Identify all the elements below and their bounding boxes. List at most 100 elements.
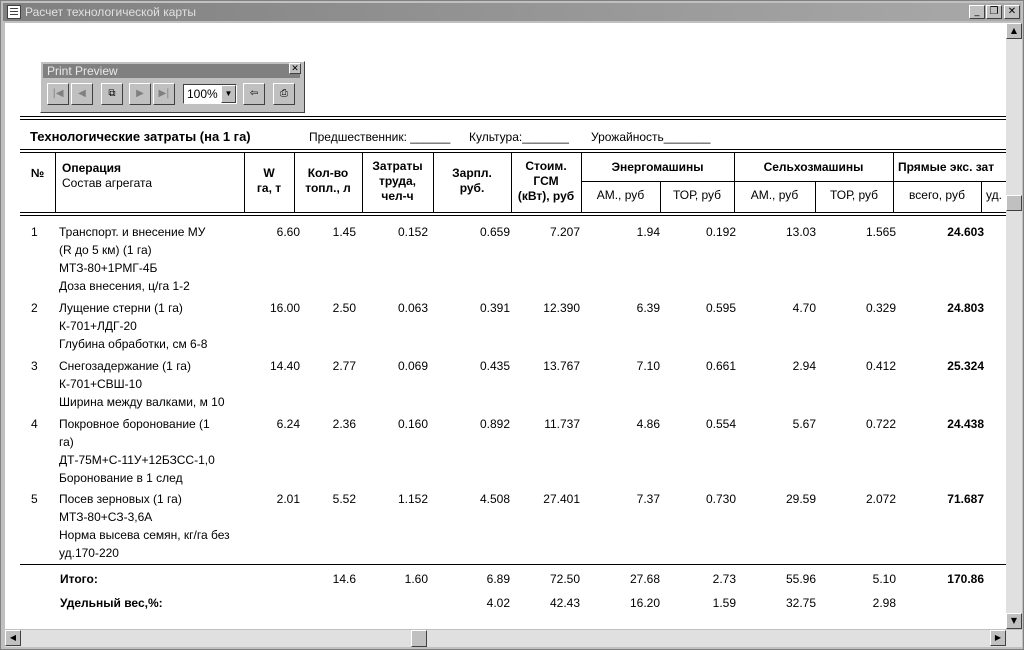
operation-line: Покровное боронование (1	[59, 417, 210, 431]
cell-total: 24.803	[947, 301, 984, 315]
sub-header-total: всего, руб	[909, 188, 965, 202]
operation-line: уд.170-220	[59, 546, 119, 560]
crop-field: Культура:_______	[469, 130, 569, 144]
rule	[581, 181, 1006, 182]
totals-agri-tor: 5.10	[872, 572, 896, 586]
report-heading: Технологические затраты (на 1 га)	[30, 129, 251, 144]
col-divider	[893, 152, 894, 213]
totals-agri-am: 55.96	[785, 572, 816, 586]
sub-header-ud: уд.	[986, 188, 1002, 202]
cell-a-tor: 2.072	[865, 492, 896, 506]
scroll-right-icon[interactable]: ▶	[990, 630, 1006, 646]
cell-a-am: 2.94	[792, 359, 816, 373]
cell-fuel: 2.77	[332, 359, 356, 373]
operation-line: (R до 5 км) (1 га)	[59, 243, 152, 257]
operation-cell: Транспорт. и внесение МУ (R до 5 км) (1 г…	[59, 223, 205, 295]
cell-a-am: 29.59	[785, 492, 816, 506]
toolbar-close-button[interactable]: ✕	[289, 63, 301, 74]
restore-button[interactable]: ❐	[986, 5, 1002, 19]
cell-w: 16.00	[269, 301, 300, 315]
col-header-gsm: Стоим. ГСМ (кВт), руб	[517, 159, 575, 203]
minimize-button[interactable]: _	[969, 5, 985, 19]
scroll-up-icon[interactable]: ▲	[1006, 23, 1022, 39]
row-number: 3	[31, 359, 38, 373]
cell-a-tor: 0.722	[865, 417, 896, 431]
cell-e-tor: 0.661	[705, 359, 736, 373]
last-page-icon[interactable]: ▶|	[153, 83, 175, 105]
print-preview-title: Print Preview	[43, 64, 300, 78]
scroll-down-icon[interactable]: ▼	[1006, 613, 1022, 629]
group-header-agri: Сельхозмашины	[763, 160, 864, 174]
cell-wage: 4.508	[479, 492, 510, 506]
cell-a-tor: 0.329	[865, 301, 896, 315]
cell-fuel: 2.36	[332, 417, 356, 431]
share-gsm: 42.43	[549, 596, 580, 610]
operation-line: Глубина обработки, см 6-8	[59, 337, 208, 351]
share-energy-am: 16.20	[629, 596, 660, 610]
cell-a-tor: 0.412	[865, 359, 896, 373]
cell-e-am: 1.94	[636, 225, 660, 239]
yield-field: Урожайность_______	[591, 130, 711, 144]
totals-labor: 1.60	[404, 572, 428, 586]
cell-fuel: 1.45	[332, 225, 356, 239]
cell-w: 6.24	[276, 417, 300, 431]
chevron-down-icon[interactable]: ▼	[221, 85, 236, 103]
operation-line: Транспорт. и внесение МУ	[59, 225, 206, 239]
cell-a-am: 13.03	[785, 225, 816, 239]
row-number: 2	[31, 301, 38, 315]
rule	[20, 564, 1006, 565]
vertical-scrollbar[interactable]: ▲ ▼	[1006, 23, 1022, 629]
rule	[20, 119, 1006, 120]
close-button[interactable]: ✕	[1004, 5, 1020, 19]
printer-icon[interactable]: ⎙	[273, 83, 295, 105]
row-number: 5	[31, 492, 38, 506]
cell-total: 71.687	[947, 492, 984, 506]
cell-labor: 0.160	[397, 417, 428, 431]
cell-fuel: 5.52	[332, 492, 356, 506]
scroll-left-icon[interactable]: ◀	[5, 630, 21, 646]
vertical-scroll-thumb[interactable]	[1006, 195, 1022, 211]
cell-gsm: 13.767	[543, 359, 580, 373]
multi-page-icon[interactable]: ⧉	[101, 83, 123, 105]
rule	[20, 116, 1006, 117]
col-divider	[981, 181, 982, 213]
totals-fuel: 14.6	[332, 572, 356, 586]
title-bar[interactable]: Расчет технологической карты _ ❐ ✕	[3, 3, 1021, 21]
operation-line: МТЗ-80+СЗ-3,6А	[59, 510, 153, 524]
cell-e-tor: 0.554	[705, 417, 736, 431]
cell-wage: 0.391	[479, 301, 510, 315]
zoom-select[interactable]: 100% ▼	[183, 84, 237, 104]
cell-e-am: 4.86	[636, 417, 660, 431]
operation-line: К-701+СВШ-10	[59, 377, 143, 391]
cell-labor: 0.069	[397, 359, 428, 373]
first-page-icon[interactable]: |◀	[47, 83, 69, 105]
previous-page-icon[interactable]: ◀	[71, 83, 93, 105]
group-header-direct: Прямые экс. зат	[898, 160, 995, 174]
cell-gsm: 11.737	[544, 417, 580, 431]
operation-line: ДТ-75М+С-11У+12БЗСС-1,0	[59, 453, 215, 467]
next-page-icon[interactable]: ▶	[129, 83, 151, 105]
operation-line: Норма высева семян, кг/га без	[59, 528, 230, 542]
sub-header-agri-tor: ТОР, руб	[829, 188, 879, 202]
cell-gsm: 7.207	[549, 225, 580, 239]
cell-e-am: 7.37	[636, 492, 660, 506]
exit-preview-icon[interactable]: ⇦	[243, 83, 265, 105]
rule	[20, 215, 1006, 216]
cell-e-tor: 0.192	[705, 225, 736, 239]
sub-header-energy-tor: ТОР, руб	[672, 188, 722, 202]
rule	[20, 212, 1006, 213]
totals-gsm: 72.50	[549, 572, 580, 586]
totals-total: 170.86	[947, 572, 984, 586]
horizontal-scrollbar[interactable]: ◀ ▶	[5, 630, 1022, 647]
row-number: 4	[31, 417, 38, 431]
rule	[20, 149, 1006, 150]
cell-labor: 0.063	[397, 301, 428, 315]
app-icon[interactable]	[7, 5, 21, 19]
print-preview-toolbar[interactable]: Print Preview ✕ |◀ ◀ ⧉ ▶ ▶| 100% ▼ ⇦ ⎙	[40, 61, 305, 113]
horizontal-scroll-thumb[interactable]	[411, 630, 427, 647]
totals-energy-tor: 2.73	[712, 572, 736, 586]
totals-wage: 6.89	[486, 572, 510, 586]
group-header-energy: Энергомашины	[611, 160, 704, 174]
cell-gsm: 12.390	[543, 301, 580, 315]
sub-header-agri-am: АМ., руб	[750, 188, 799, 202]
